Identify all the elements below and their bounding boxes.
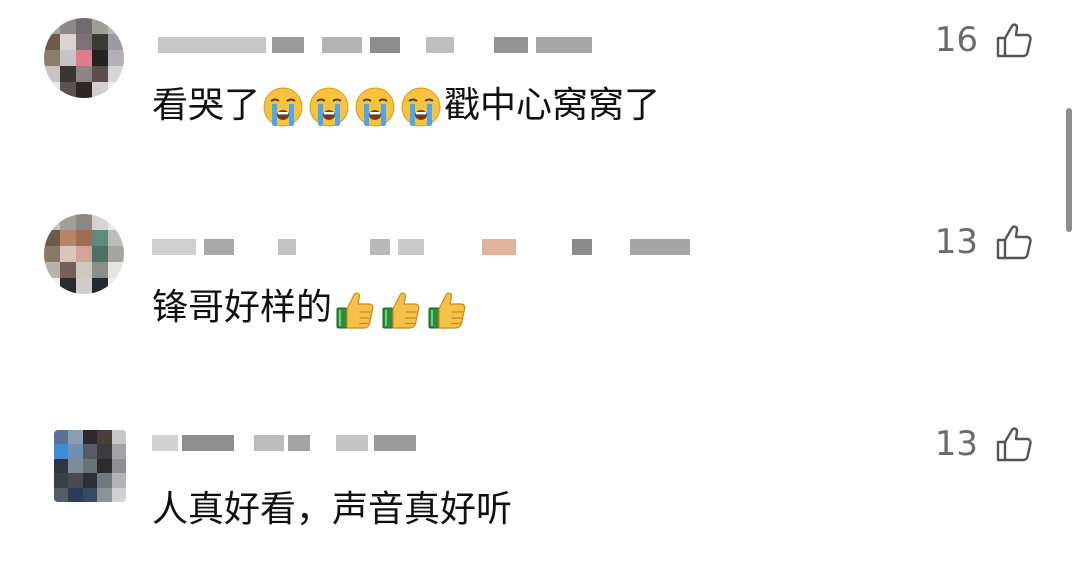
comment-text-start: 锋哥好样的 — [152, 287, 333, 328]
thumbs-up-outline-icon[interactable] — [994, 20, 1034, 60]
username-blurred[interactable] — [152, 430, 416, 456]
like-count: 13 — [934, 424, 978, 464]
comment-item: 看哭了 戳中心窝窝了 16 — [0, 0, 1080, 190]
crying-face-emoji-icon — [262, 86, 304, 128]
username-blurred[interactable] — [152, 234, 690, 260]
crying-face-emoji-icon — [308, 86, 350, 128]
comment-item: 锋哥好样的 13 — [0, 190, 1080, 390]
comment-item: 人真好看，声音真好听 13 — [0, 390, 1080, 579]
comment-text: 人真好看，声音真好听 — [152, 486, 512, 534]
crying-face-emoji-icon — [354, 86, 396, 128]
thumbs-up-outline-icon[interactable] — [994, 424, 1034, 464]
thumbs-up-emoji-icon — [334, 288, 376, 330]
avatar[interactable] — [44, 18, 124, 98]
avatar[interactable] — [44, 214, 124, 294]
emoji-group — [260, 82, 444, 130]
crying-face-emoji-icon — [400, 86, 442, 128]
thumbs-up-emoji-icon — [426, 288, 468, 330]
thumbs-up-emoji-icon — [380, 288, 422, 330]
avatar[interactable] — [54, 430, 126, 502]
comment-text: 锋哥好样的 — [152, 284, 470, 332]
like-count: 13 — [934, 222, 978, 262]
scrollbar[interactable] — [1066, 108, 1072, 232]
comment-text-start: 看哭了 — [152, 85, 261, 126]
comment-text: 看哭了 戳中心窝窝了 — [152, 82, 660, 130]
thumbs-up-outline-icon[interactable] — [994, 222, 1034, 262]
emoji-group — [332, 284, 470, 332]
like-count: 16 — [934, 20, 978, 60]
comment-text-start: 人真好看，声音真好听 — [152, 489, 513, 530]
username-blurred[interactable] — [158, 32, 592, 58]
comment-text-end: 戳中心窝窝了 — [444, 85, 661, 126]
